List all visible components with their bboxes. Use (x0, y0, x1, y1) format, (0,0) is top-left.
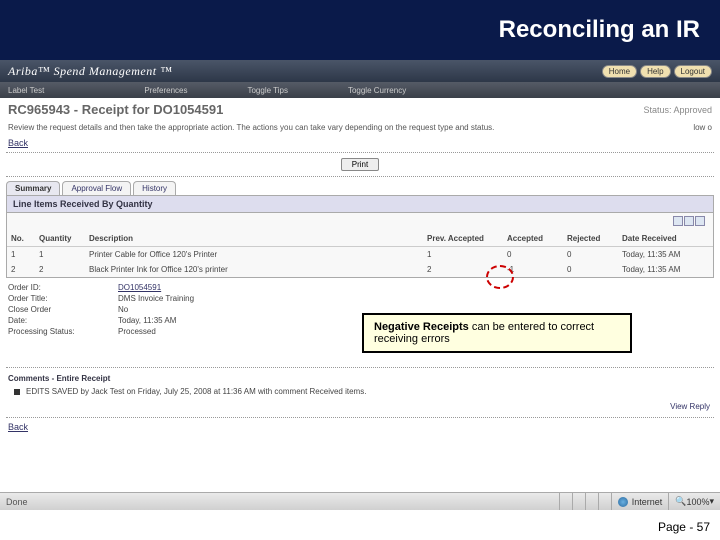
status-done: Done (0, 497, 559, 507)
page-title: RC965943 - Receipt for DO1054591 (8, 102, 223, 117)
status-seg (585, 493, 598, 510)
bullet-icon (14, 389, 20, 395)
cell: 2 (35, 262, 85, 277)
meta-date-label: Date: (8, 316, 118, 325)
status-seg (598, 493, 611, 510)
col-qty: Quantity (35, 231, 85, 247)
col-no: No. (7, 231, 35, 247)
cell: 2 (7, 262, 35, 277)
browser-statusbar: Done Internet 🔍 100% ▾ (0, 492, 720, 510)
meta-proc-status: Processed (118, 327, 156, 336)
divider (6, 176, 714, 177)
cell: 1 (35, 247, 85, 263)
cell: Today, 11:35 AM (618, 262, 713, 277)
nav-toggle-currency[interactable]: Toggle Currency (348, 86, 406, 95)
table-row: 1 1 Printer Cable for Office 120's Print… (7, 247, 713, 263)
meta-proc-status-label: Processing Status: (8, 327, 118, 336)
comment-text: EDITS SAVED by Jack Test on Friday, July… (26, 387, 366, 396)
meta-date: Today, 11:35 AM (118, 316, 176, 325)
tab-approval-flow[interactable]: Approval Flow (62, 181, 131, 195)
zoom-text: 100% (686, 497, 709, 507)
slide-title: Reconciling an IR (0, 0, 720, 60)
nav-left: Label Test (8, 86, 44, 95)
cell: Today, 11:35 AM (618, 247, 713, 263)
tab-history[interactable]: History (133, 181, 176, 195)
view-icon[interactable] (684, 216, 694, 226)
view-icons[interactable] (7, 213, 713, 231)
col-date: Date Received (618, 231, 713, 247)
status-seg (559, 493, 572, 510)
table-row: 2 2 Black Printer Ink for Office 120's p… (7, 262, 713, 277)
app-header: Ariba™ Spend Management ™ Home Help Logo… (0, 60, 720, 82)
cell: 1 (423, 247, 503, 263)
back-link-bottom[interactable]: Back (0, 420, 720, 434)
col-acc: Accepted (503, 231, 563, 247)
view-icon[interactable] (673, 216, 683, 226)
tabs: Summary Approval Flow History (0, 179, 720, 195)
meta-close-order: No (118, 305, 128, 314)
line-items-table: No. Quantity Description Prev. Accepted … (7, 231, 713, 277)
meta-order-title: DMS Invoice Training (118, 294, 194, 303)
divider (6, 417, 714, 418)
meta-order-id-link[interactable]: DO1054591 (118, 283, 161, 292)
status-zone: Internet (611, 493, 669, 510)
slide-footer: Page - 57 (658, 520, 710, 534)
comment-item: EDITS SAVED by Jack Test on Friday, July… (0, 385, 720, 398)
nav-preferences[interactable]: Preferences (144, 86, 187, 95)
divider (6, 152, 714, 153)
panel-heading: Line Items Received By Quantity (7, 196, 713, 213)
callout-strong: Negative Receipts (374, 321, 469, 333)
cell: Printer Cable for Office 120's Printer (85, 247, 423, 263)
cell: 1 (7, 247, 35, 263)
print-button[interactable]: Print (341, 158, 379, 171)
status-zoom[interactable]: 🔍 100% ▾ (668, 493, 720, 510)
comments-heading: Comments - Entire Receipt (0, 370, 720, 385)
cell: 0 (563, 247, 618, 263)
status-seg (572, 493, 585, 510)
home-button[interactable]: Home (602, 65, 637, 78)
col-desc: Description (85, 231, 423, 247)
meta-order-title-label: Order Title: (8, 294, 118, 303)
col-rej: Rejected (563, 231, 618, 247)
nav-toggle-tips[interactable]: Toggle Tips (247, 86, 287, 95)
meta-close-order-label: Close Order (8, 305, 118, 314)
cell: 0 (503, 247, 563, 263)
globe-icon (618, 497, 628, 507)
low-label: low o (693, 123, 712, 132)
logout-button[interactable]: Logout (674, 65, 712, 78)
col-prev: Prev. Accepted (423, 231, 503, 247)
cell: Black Printer Ink for Office 120's print… (85, 262, 423, 277)
nav-bar: Label Test Preferences Toggle Tips Toggl… (0, 82, 720, 98)
app-brand: Ariba™ Spend Management ™ (8, 64, 172, 79)
divider (6, 367, 714, 368)
highlight-circle (486, 265, 514, 289)
meta-order-id-label: Order ID: (8, 283, 118, 292)
back-link-top[interactable]: Back (0, 136, 720, 150)
instruction-text: Review the request details and then take… (8, 123, 494, 132)
tab-summary[interactable]: Summary (6, 181, 60, 195)
help-button[interactable]: Help (640, 65, 670, 78)
line-items-panel: Line Items Received By Quantity No. Quan… (6, 195, 714, 278)
cell: 0 (563, 262, 618, 277)
view-reply-link[interactable]: View Reply (0, 398, 720, 415)
callout-negative-receipts: Negative Receipts can be entered to corr… (362, 313, 632, 353)
zone-text: Internet (632, 497, 663, 507)
view-icon[interactable] (695, 216, 705, 226)
status-approved: Status: Approved (643, 105, 712, 115)
